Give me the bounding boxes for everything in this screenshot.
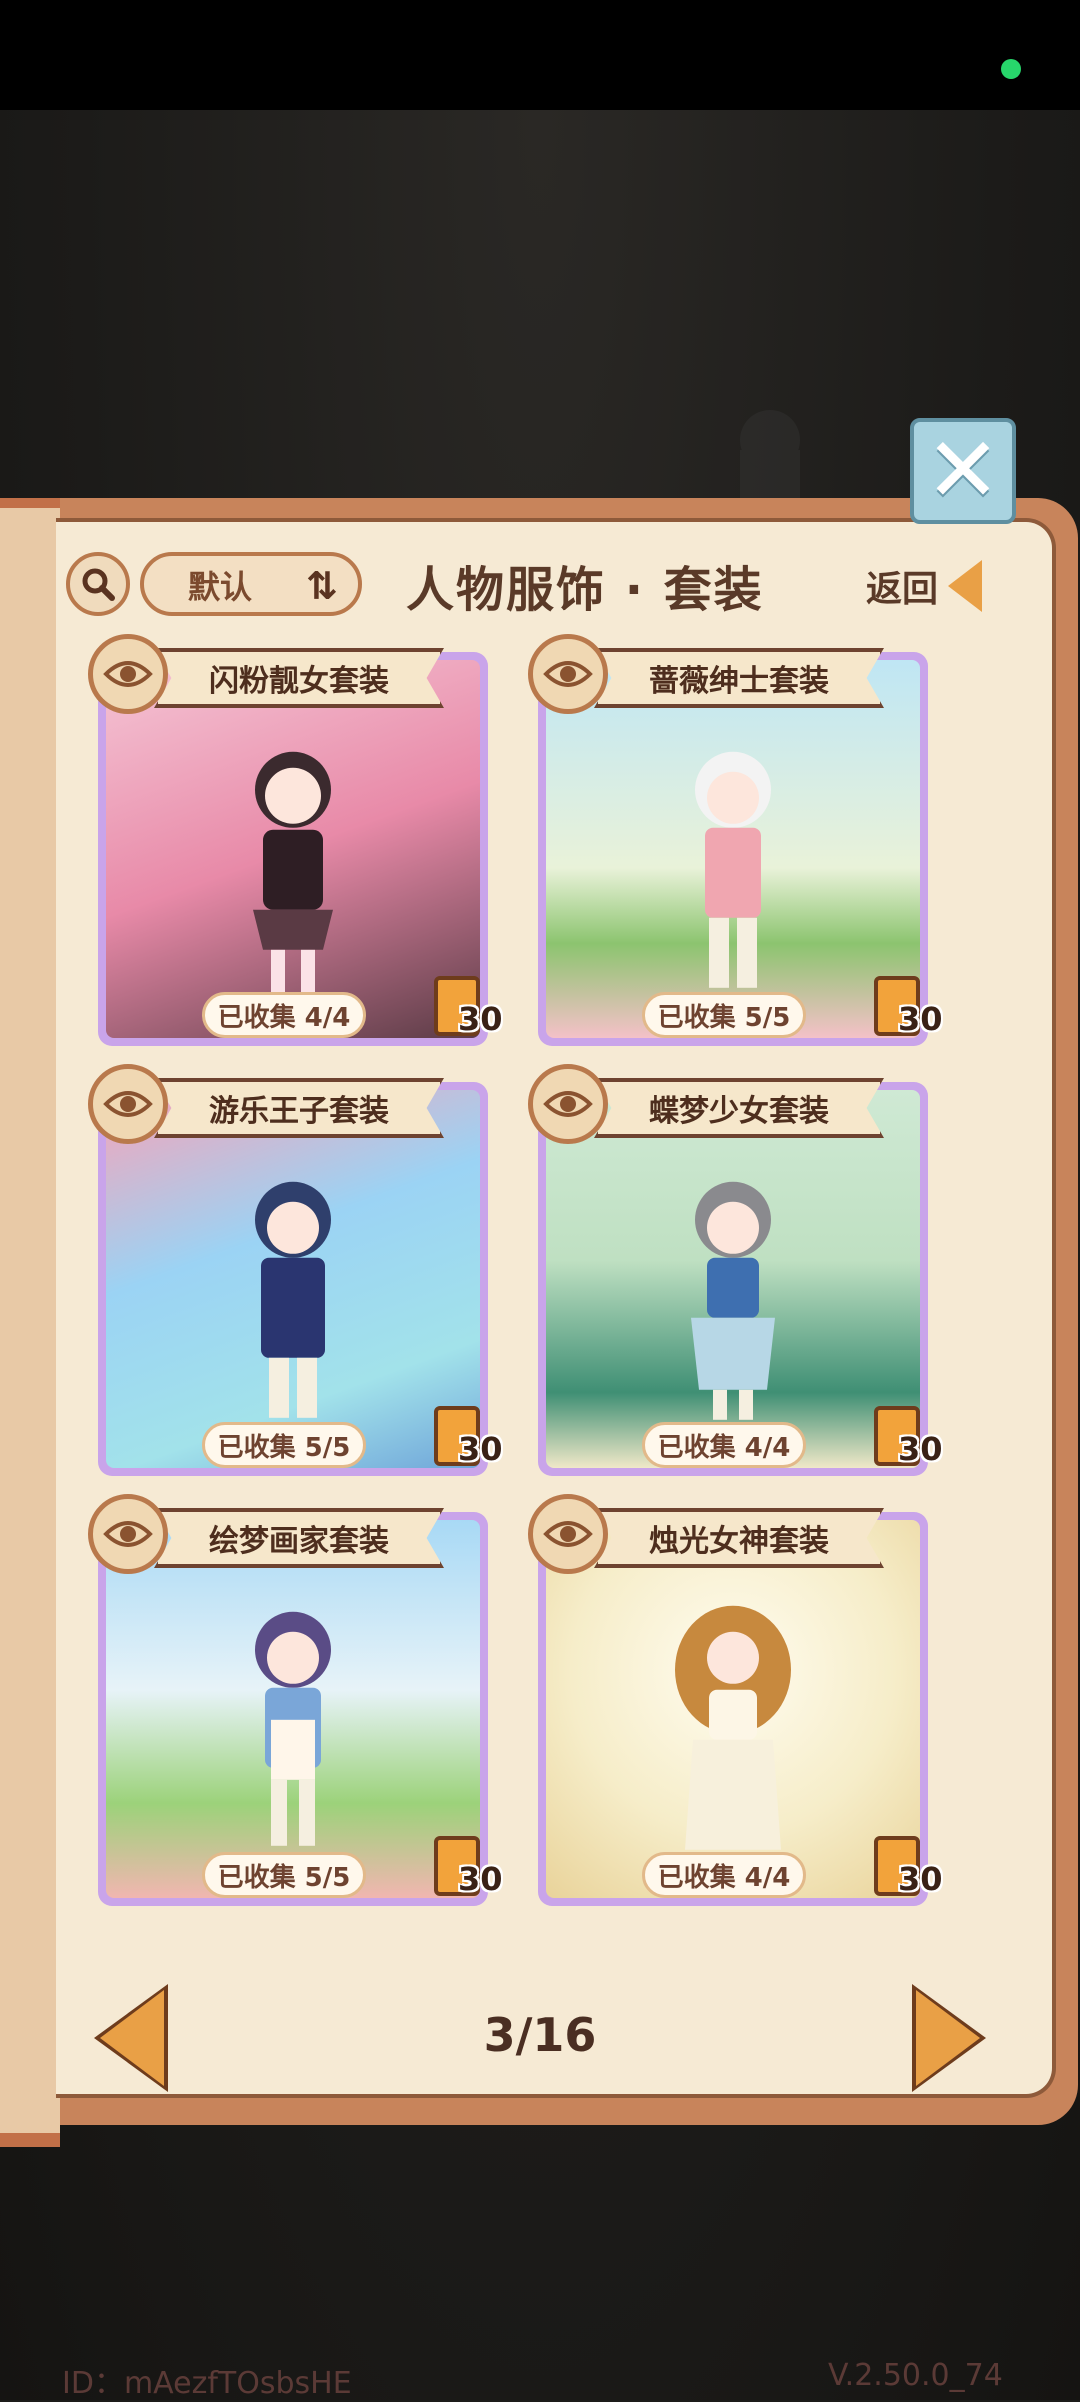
sort-order-icon: ⇅ bbox=[306, 564, 338, 608]
outfit-artwork bbox=[106, 1520, 480, 1898]
back-label: 返回 bbox=[866, 569, 939, 610]
reward-amount: 30 bbox=[898, 1430, 943, 1468]
reward-badge: 30 bbox=[434, 1406, 503, 1476]
collected-text: 已收集 4/4 bbox=[657, 1432, 791, 1463]
outfit-name-ribbon: 闪粉靓女套装 bbox=[154, 648, 444, 708]
outfit-card[interactable]: 游乐王子套装 已收集 5/5 30 bbox=[88, 1064, 503, 1480]
card-frame bbox=[538, 1512, 928, 1906]
next-page-button[interactable] bbox=[916, 1990, 980, 2086]
reward-badge: 30 bbox=[874, 976, 943, 1046]
collected-text: 已收集 4/4 bbox=[217, 1002, 351, 1033]
eye-icon bbox=[543, 661, 593, 687]
outfit-card[interactable]: 蔷薇绅士套装 已收集 5/5 30 bbox=[528, 634, 943, 1050]
collected-badge: 已收集 5/5 bbox=[202, 1852, 366, 1898]
outfit-name: 绘梦画家套装 bbox=[209, 1524, 389, 1559]
status-bar bbox=[0, 0, 1080, 110]
back-button[interactable]: 返回 bbox=[866, 556, 983, 616]
sort-button[interactable]: 默认 ⇅ bbox=[140, 552, 362, 616]
back-arrow-icon bbox=[948, 560, 983, 612]
outfit-artwork bbox=[546, 1090, 920, 1468]
outfit-name-ribbon: 游乐王子套装 bbox=[154, 1078, 444, 1138]
reward-badge: 30 bbox=[874, 1406, 943, 1476]
preview-eye-button[interactable] bbox=[528, 634, 608, 714]
preview-eye-button[interactable] bbox=[528, 1064, 608, 1144]
page-indicator: 3/16 bbox=[483, 2008, 597, 2062]
outfit-name-ribbon: 蔷薇绅士套装 bbox=[594, 648, 884, 708]
character-figure bbox=[675, 1605, 791, 1850]
collected-badge: 已收集 5/5 bbox=[202, 1422, 366, 1468]
outfit-name: 蝶梦少女套装 bbox=[649, 1094, 829, 1129]
character-figure bbox=[255, 1181, 331, 1418]
camera-indicator-dot bbox=[1001, 59, 1021, 79]
character-figure bbox=[695, 751, 771, 988]
sort-label: 默认 bbox=[188, 568, 253, 606]
outfit-name-ribbon: 烛光女神套装 bbox=[594, 1508, 884, 1568]
reward-amount: 30 bbox=[458, 1430, 503, 1468]
eye-icon bbox=[103, 1521, 153, 1547]
search-icon bbox=[82, 568, 115, 601]
card-frame bbox=[98, 1512, 488, 1906]
outfit-card[interactable]: 闪粉靓女套装 已收集 4/4 30 bbox=[88, 634, 503, 1050]
character-figure bbox=[255, 1611, 331, 1846]
reward-badge: 30 bbox=[434, 1836, 503, 1906]
outfit-name: 闪粉靓女套装 bbox=[209, 664, 389, 699]
preview-eye-button[interactable] bbox=[528, 1494, 608, 1574]
card-frame bbox=[538, 1082, 928, 1476]
outfit-name-ribbon: 绘梦画家套装 bbox=[154, 1508, 444, 1568]
collected-text: 已收集 5/5 bbox=[217, 1862, 351, 1893]
reward-badge: 30 bbox=[874, 1836, 943, 1906]
page-title: 人物服饰 · 套装 bbox=[406, 562, 764, 618]
preview-eye-button[interactable] bbox=[88, 1494, 168, 1574]
character-figure bbox=[691, 1181, 775, 1420]
outfit-name: 游乐王子套装 bbox=[209, 1094, 389, 1129]
outfit-card[interactable]: 烛光女神套装 已收集 4/4 30 bbox=[528, 1494, 943, 1910]
preview-eye-button[interactable] bbox=[88, 1064, 168, 1144]
reward-amount: 30 bbox=[898, 1860, 943, 1898]
outfit-name-ribbon: 蝶梦少女套装 bbox=[594, 1078, 884, 1138]
collected-text: 已收集 5/5 bbox=[217, 1432, 351, 1463]
collected-badge: 已收集 4/4 bbox=[642, 1422, 806, 1468]
outfit-artwork bbox=[546, 1520, 920, 1898]
eye-icon bbox=[543, 1521, 593, 1547]
eye-icon bbox=[103, 1091, 153, 1117]
outfit-artwork bbox=[546, 660, 920, 1038]
reward-amount: 30 bbox=[458, 1860, 503, 1898]
reward-badge: 30 bbox=[434, 976, 503, 1046]
preview-eye-button[interactable] bbox=[88, 634, 168, 714]
card-frame bbox=[538, 652, 928, 1046]
reward-amount: 30 bbox=[898, 1000, 943, 1038]
close-icon: ✕ bbox=[925, 418, 1001, 523]
book-spine bbox=[0, 498, 60, 2147]
character-figure bbox=[253, 751, 333, 994]
card-frame bbox=[98, 1082, 488, 1476]
outfit-card[interactable]: 绘梦画家套装 已收集 5/5 30 bbox=[88, 1494, 503, 1910]
close-button[interactable]: ✕ bbox=[910, 418, 1016, 524]
outfit-name: 蔷薇绅士套装 bbox=[649, 664, 829, 699]
collected-badge: 已收集 4/4 bbox=[202, 992, 366, 1038]
collected-badge: 已收集 5/5 bbox=[642, 992, 806, 1038]
eye-icon bbox=[103, 661, 153, 687]
outfit-artwork bbox=[106, 660, 480, 1038]
prev-page-button[interactable] bbox=[100, 1990, 164, 2086]
version-label: V.2.50.0_74 bbox=[828, 2358, 1003, 2393]
outfit-artwork bbox=[106, 1090, 480, 1468]
reward-amount: 30 bbox=[458, 1000, 503, 1038]
outfit-card[interactable]: 蝶梦少女套装 已收集 4/4 30 bbox=[528, 1064, 943, 1480]
collected-text: 已收集 5/5 bbox=[657, 1002, 791, 1033]
outfit-name: 烛光女神套装 bbox=[649, 1524, 829, 1559]
player-id: ID：mAezfTOsbsHE bbox=[62, 2366, 352, 2401]
eye-icon bbox=[543, 1091, 593, 1117]
card-frame bbox=[98, 652, 488, 1046]
collected-text: 已收集 4/4 bbox=[657, 1862, 791, 1893]
search-button[interactable] bbox=[66, 552, 130, 616]
collected-badge: 已收集 4/4 bbox=[642, 1852, 806, 1898]
